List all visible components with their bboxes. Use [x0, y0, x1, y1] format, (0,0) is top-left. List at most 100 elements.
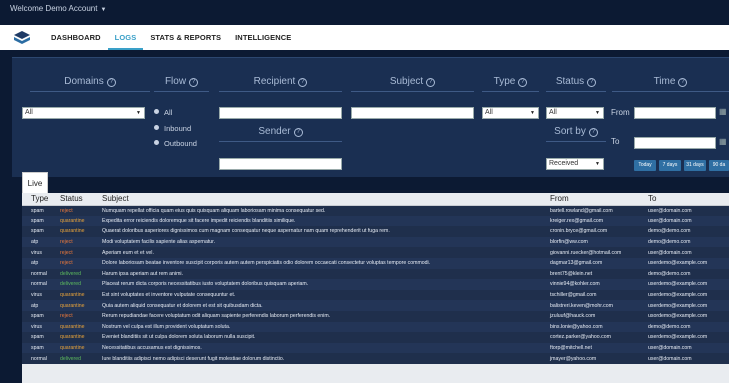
- 7-days-button[interactable]: 7 days: [659, 160, 681, 171]
- 90-days-button[interactable]: 90 da: [709, 160, 729, 171]
- cell-to: user@domain.com: [648, 355, 692, 362]
- radio-selected-icon: [154, 109, 159, 114]
- help-icon[interactable]: ?: [587, 78, 597, 87]
- flow-radio-inbound[interactable]: Inbound: [154, 124, 191, 133]
- cell-to: userdemo@example.com: [648, 281, 708, 288]
- cell-type: spam: [31, 207, 44, 214]
- cell-from: jzuluuf@hauck.com: [550, 313, 596, 320]
- select-arrow-icon: ▼: [530, 110, 535, 116]
- table-row[interactable]: spam quarantine Quaerat doloribus asperior…: [22, 226, 729, 237]
- table-row[interactable]: virus reject Aperiam eum et et vel. giovann…: [22, 247, 729, 258]
- domains-select[interactable]: All ▼: [22, 107, 145, 119]
- from-date-input[interactable]: [634, 107, 716, 119]
- table-row[interactable]: virus quarantine Nostrum vel culpa est ill…: [22, 321, 729, 333]
- help-icon[interactable]: ?: [106, 78, 116, 87]
- domains-header-label: Domains: [64, 76, 104, 87]
- table-row[interactable]: spam reject Numquam repellat officia quam …: [22, 205, 729, 216]
- tab-intelligence[interactable]: INTELLIGENCE: [228, 25, 298, 50]
- log-table: Type Status Subject From To spam reject Nu…: [22, 193, 729, 383]
- cell-type: atp: [31, 260, 39, 267]
- help-icon[interactable]: ?: [678, 78, 688, 87]
- cell-subject: Harum ipsa aperiam aut rem animi.: [102, 270, 184, 277]
- table-row[interactable]: normal delivered Harum ipsa aperiam aut re…: [22, 268, 729, 280]
- cell-status: reject: [60, 239, 73, 246]
- calendar-icon[interactable]: ▦: [719, 137, 727, 146]
- type-select-value: All: [485, 109, 493, 116]
- table-row[interactable]: atp reject Modi voluptatem facilis sapient…: [22, 236, 729, 248]
- recipient-input[interactable]: [219, 107, 342, 119]
- today-button[interactable]: Today: [634, 160, 656, 171]
- tab-logs[interactable]: LOGS: [107, 25, 144, 50]
- cell-from: vinnie94@kohler.com: [550, 281, 600, 288]
- cell-type: virus: [31, 292, 42, 299]
- cell-subject: Aperiam eum et et vel.: [102, 249, 154, 256]
- column-header-subject[interactable]: Subject: [93, 193, 541, 206]
- 31-days-button[interactable]: 31 days: [684, 160, 706, 171]
- table-row[interactable]: normal delivered Placeat rerum dicta corpo…: [22, 279, 729, 290]
- help-icon[interactable]: ?: [293, 128, 303, 137]
- cell-subject: Numquam repellat officia quam eius quis …: [102, 207, 326, 214]
- table-row[interactable]: virus quarantine Est sint voluptates et in…: [22, 289, 729, 301]
- table-row[interactable]: spam quarantine Expedita error reiciendis …: [22, 215, 729, 227]
- column-header-to[interactable]: To: [639, 193, 729, 206]
- cell-status: quarantine: [60, 228, 85, 235]
- table-row[interactable]: spam quarantine Necessitatibus accusamus e…: [22, 342, 729, 354]
- flow-radio-outbound[interactable]: Outbound: [154, 139, 197, 148]
- table-row[interactable]: atp quarantine Quia autem aliquid consequa…: [22, 300, 729, 311]
- cell-status: quarantine: [60, 302, 85, 309]
- welcome-account-menu[interactable]: Welcome Demo Account: [10, 4, 97, 13]
- help-icon[interactable]: ?: [588, 128, 598, 137]
- cell-to: demo@demo.com: [648, 239, 691, 246]
- cell-from: cortez.parker@yahoo.com: [550, 334, 611, 341]
- tab-dashboard[interactable]: DASHBOARD: [44, 25, 108, 50]
- cell-type: normal: [31, 281, 47, 288]
- cell-type: atp: [31, 302, 39, 309]
- table-row[interactable]: spam quarantine Eveniet blanditiis sit ut …: [22, 332, 729, 343]
- column-header-type[interactable]: Type: [22, 193, 51, 206]
- chevron-down-icon[interactable]: ▼: [100, 7, 106, 13]
- brand-logo-icon[interactable]: [0, 25, 44, 50]
- to-label: To: [611, 137, 620, 146]
- flow-radio-all[interactable]: All: [154, 108, 172, 117]
- to-date-input[interactable]: [634, 137, 716, 149]
- select-arrow-icon: ▼: [595, 110, 600, 116]
- cell-status: quarantine: [60, 334, 85, 341]
- cell-status: delivered: [60, 270, 82, 277]
- help-icon[interactable]: ?: [426, 78, 436, 87]
- column-header-status[interactable]: Status: [51, 193, 93, 206]
- table-header-row: Type Status Subject From To: [22, 193, 729, 206]
- cell-subject: Est sint voluptates et inventore vulputa…: [102, 292, 236, 299]
- calendar-icon[interactable]: ▦: [719, 107, 727, 116]
- cell-to: user@domain.com: [648, 249, 692, 256]
- cell-from: ftorp@mitchell.net: [550, 345, 592, 352]
- cell-subject: Modi voluptatem facilis sapiente alias a…: [102, 239, 216, 246]
- flow-radio-outbound-label: Outbound: [164, 139, 197, 148]
- cell-subject: Quia autem aliquid consequatur et dolore…: [102, 302, 263, 309]
- sender-input[interactable]: [219, 158, 342, 170]
- table-row[interactable]: normal delivered Iure blanditiis adipisci …: [22, 353, 729, 364]
- cell-status: delivered: [60, 355, 82, 362]
- radio-icon: [154, 125, 159, 130]
- table-row[interactable]: atp reject Dolore laboriosam beatae invent…: [22, 257, 729, 269]
- tab-stats-reports[interactable]: STATS & REPORTS: [143, 25, 228, 50]
- subject-input[interactable]: [351, 107, 474, 119]
- type-select[interactable]: All ▼: [482, 107, 539, 119]
- sortby-select[interactable]: Received ▼: [546, 158, 604, 170]
- radio-icon: [154, 140, 159, 145]
- table-row[interactable]: spam reject Rerum repudiandae facere volup…: [22, 310, 729, 322]
- type-header: Type?: [482, 76, 539, 92]
- help-icon[interactable]: ?: [298, 78, 308, 87]
- cell-from: cronin.bryce@gmail.com: [550, 228, 608, 235]
- help-icon[interactable]: ?: [189, 78, 199, 87]
- column-header-from[interactable]: From: [541, 193, 639, 206]
- cell-status: delivered: [60, 281, 82, 288]
- flow-radio-inbound-label: Inbound: [164, 124, 192, 133]
- cell-to: usordemo@example.com: [648, 313, 708, 320]
- status-select[interactable]: All ▼: [546, 107, 604, 119]
- help-icon[interactable]: ?: [518, 78, 528, 87]
- from-label: From: [611, 108, 630, 117]
- cell-type: spam: [31, 217, 44, 224]
- tab-live[interactable]: Live: [22, 172, 48, 193]
- cell-subject: Expedita error reiciendis doloremque sit…: [102, 217, 296, 224]
- main-nav: DASHBOARD LOGS STATS & REPORTS INTELLIGE…: [0, 25, 729, 50]
